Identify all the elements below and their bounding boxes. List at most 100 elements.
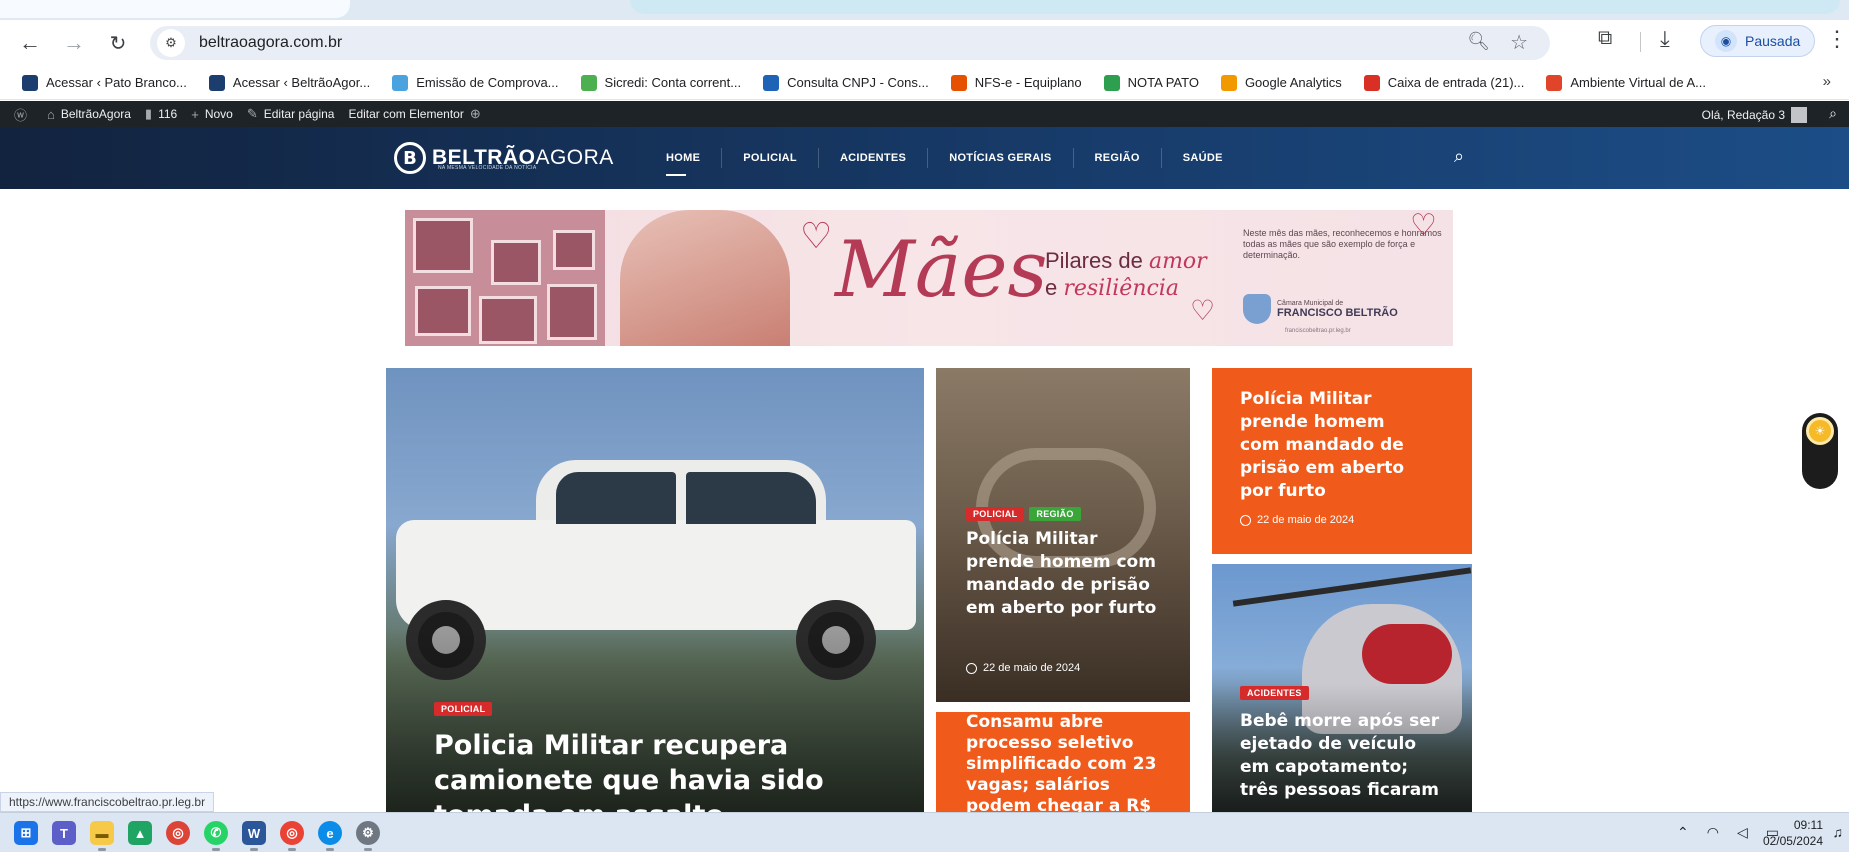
site-search-icon[interactable]: ⌕: [1454, 146, 1464, 167]
word-icon[interactable]: W: [242, 821, 266, 851]
address-bar[interactable]: ⚙ beltraoagora.com.br 🔍︎ ☆: [150, 26, 1550, 60]
chrome-icon[interactable]: ◎: [166, 821, 190, 845]
bookmark-item[interactable]: Google Analytics: [1220, 74, 1342, 91]
news-card-orange[interactable]: Polícia Militar prende homem com mandado…: [1212, 368, 1472, 554]
user-avatar: [1791, 107, 1807, 123]
card-title[interactable]: Polícia Militar prende homem com mandado…: [1240, 388, 1420, 503]
chrome-profile-icon[interactable]: ◎: [280, 821, 304, 851]
bookmark-favicon-icon: [392, 74, 409, 91]
category-tag-policial[interactable]: POLICIAL: [434, 702, 493, 716]
site-info-icon[interactable]: ⚙: [157, 29, 185, 57]
back-button[interactable]: ←: [14, 27, 46, 59]
forward-button[interactable]: →: [58, 27, 90, 59]
whatsapp-icon[interactable]: ✆: [204, 821, 228, 851]
bookmark-item[interactable]: Ambiente Virtual de A...: [1546, 74, 1706, 91]
file-explorer-icon[interactable]: ▬: [90, 821, 114, 851]
category-tag-policial[interactable]: POLICIAL: [966, 507, 1025, 521]
wp-edit-page-link[interactable]: ✎ Editar página: [247, 106, 335, 122]
nav-home[interactable]: HOME: [645, 148, 723, 176]
wordpress-logo-icon[interactable]: ⓦ: [14, 105, 33, 124]
wp-search-icon[interactable]: ⌕: [1829, 105, 1837, 122]
main-nav: HOME POLICIAL ACIDENTES NOTÍCIAS GERAIS …: [645, 127, 1244, 189]
clock-icon: [1240, 514, 1251, 526]
comment-icon: ▮: [144, 106, 153, 121]
start-menu-icon[interactable]: ⊞: [14, 821, 38, 845]
notifications-icon[interactable]: ♫: [1833, 824, 1844, 840]
bookmark-label: Caixa de entrada (21)...: [1387, 75, 1525, 90]
wp-site-name: BeltrãoAgora: [60, 107, 131, 121]
system-clock[interactable]: 09:11 02/05/2024: [1763, 817, 1823, 849]
bookmark-item[interactable]: Emissão de Comprova...: [392, 74, 559, 91]
bookmark-item[interactable]: NFS-e - Equiplano: [950, 74, 1082, 91]
bookmarks-overflow-button[interactable]: »: [1823, 73, 1831, 90]
site-logo[interactable]: B BELTRÃOAGORA NA MESMA VELOCIDADE DA NO…: [394, 142, 614, 174]
banner-line1: Pilares de: [1045, 248, 1149, 273]
nav-saude[interactable]: SAÚDE: [1162, 148, 1244, 168]
category-tag-regiao[interactable]: REGIÃO: [1029, 507, 1081, 521]
banner-headline: Mães: [835, 225, 1048, 315]
wp-comments-link[interactable]: ▮ 116: [145, 106, 177, 122]
news-card-policial[interactable]: POLICIAL REGIÃO Polícia Militar prende h…: [936, 368, 1190, 702]
card-tags: POLICIAL REGIÃO: [966, 507, 1086, 521]
card-title[interactable]: Consamu abre processo seletivo simplific…: [966, 712, 1176, 817]
wp-elementor-link[interactable]: Editar com Elementor ⊕: [348, 106, 480, 122]
bookmark-label: Emissão de Comprova...: [416, 75, 559, 90]
banner-org: Câmara Municipal de FRANCISCO BELTRÃO: [1243, 294, 1398, 324]
bookmark-item[interactable]: Consulta CNPJ - Cons...: [763, 74, 929, 91]
wp-account-link[interactable]: Olá, Redação 3: [1702, 107, 1807, 123]
browser-tab[interactable]: [0, 0, 350, 18]
settings-icon[interactable]: ⚙: [356, 821, 380, 851]
profile-button[interactable]: ◉ Pausada: [1700, 25, 1816, 57]
bookmark-favicon-icon: [1363, 74, 1380, 91]
category-tag-acidentes[interactable]: ACIDENTES: [1240, 686, 1309, 700]
wp-admin-bar: ⓦ ⌂ BeltrãoAgora ▮ 116 + Novo ✎ Editar págin…: [0, 101, 1849, 127]
extensions-icon[interactable]: ⧉: [1598, 27, 1612, 50]
teams-icon[interactable]: T: [52, 821, 76, 845]
zoom-icon[interactable]: 🔍︎: [1467, 31, 1490, 52]
nav-policial[interactable]: POLICIAL: [722, 148, 819, 168]
sun-icon: ☀: [1806, 417, 1834, 445]
nav-acidentes[interactable]: ACIDENTES: [819, 148, 929, 168]
news-card-consamu[interactable]: Consamu abre processo seletivo simplific…: [936, 712, 1190, 822]
bookmark-star-icon[interactable]: ☆: [1510, 30, 1528, 55]
chevron-up-icon[interactable]: ⌃: [1677, 824, 1689, 841]
banner-line1-script: amor: [1148, 249, 1207, 274]
mothers-day-banner[interactable]: ♡ ♡ ♡ Mães Pilares de amor e resiliência…: [405, 210, 1453, 346]
reload-button[interactable]: ↻: [102, 27, 134, 59]
helicopter-rotor: [1232, 567, 1472, 607]
bookmark-item[interactable]: NOTA PATO: [1103, 74, 1199, 91]
elementor-icon: ⊕: [469, 106, 481, 121]
bookmark-label: NFS-e - Equiplano: [974, 75, 1082, 90]
card-title[interactable]: Polícia Militar prende homem com mandado…: [966, 528, 1166, 620]
nav-regiao[interactable]: REGIÃO: [1074, 148, 1162, 168]
banner-mother-photo: [620, 210, 790, 346]
download-icon[interactable]: ⤓: [1660, 26, 1670, 52]
wp-site-link[interactable]: ⌂ BeltrãoAgora: [47, 107, 131, 122]
bookmark-label: Consulta CNPJ - Cons...: [787, 75, 929, 90]
bookmark-label: Acessar ‹ BeltrãoAgor...: [232, 75, 371, 90]
news-card-acidentes[interactable]: ACIDENTES Bebê morre após ser ejetado de…: [1212, 564, 1472, 822]
bookmark-label: NOTA PATO: [1127, 75, 1199, 90]
card-date-text: 22 de maio de 2024: [983, 662, 1081, 674]
bookmark-item[interactable]: Caixa de entrada (21)...: [1363, 74, 1525, 91]
bookmark-item[interactable]: Acessar ‹ Pato Branco...: [22, 74, 187, 91]
banner-photo-collage: [405, 210, 605, 346]
url-text[interactable]: beltraoagora.com.br: [199, 34, 342, 52]
wp-new-link[interactable]: + Novo: [191, 107, 233, 122]
wifi-icon[interactable]: ◠: [1707, 824, 1719, 841]
card-tags: ACIDENTES: [1240, 686, 1314, 700]
nav-noticias-gerais[interactable]: NOTÍCIAS GERAIS: [928, 148, 1074, 168]
news-card-featured[interactable]: POLICIAL Policia Militar recupera camion…: [386, 368, 924, 818]
wp-greeting: Olá, Redação 3: [1701, 108, 1785, 122]
google-drive-icon[interactable]: ▲: [128, 821, 152, 845]
card-title[interactable]: Bebê morre após ser ejetado de veículo e…: [1240, 710, 1440, 802]
bookmark-item[interactable]: Acessar ‹ BeltrãoAgor...: [208, 74, 371, 91]
dark-mode-toggle[interactable]: ☀: [1802, 413, 1838, 489]
bookmark-item[interactable]: Sicredi: Conta corrent...: [580, 74, 741, 91]
edge-icon[interactable]: e: [318, 821, 342, 851]
browser-menu-icon[interactable]: ⋮: [1826, 26, 1848, 52]
card-title[interactable]: Policia Militar recupera camionete que h…: [434, 728, 884, 818]
card-date: 22 de maio de 2024: [966, 662, 1080, 674]
profile-status-label: Pausada: [1745, 33, 1801, 49]
speaker-icon[interactable]: ◁: [1737, 824, 1748, 841]
